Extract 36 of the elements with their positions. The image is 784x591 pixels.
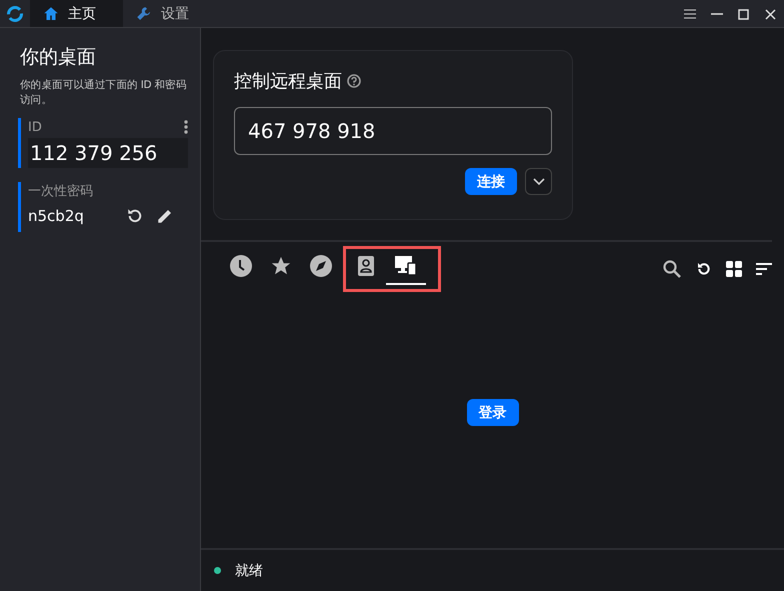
remote-id-field[interactable]: 467 978 918: [234, 107, 552, 155]
peer-tab[interactable]: [386, 253, 426, 285]
dropdown-button[interactable]: [525, 168, 552, 195]
connect-button[interactable]: 连接: [465, 168, 517, 195]
clock-icon: [230, 255, 252, 277]
login-button[interactable]: 登录: [466, 399, 518, 426]
sidebar-title: 你的桌面: [20, 45, 97, 70]
help-icon[interactable]: [347, 74, 361, 88]
id-value: 112 379 256: [28, 138, 188, 168]
home-icon: [42, 4, 60, 22]
title-tab[interactable]: 设置: [123, 0, 216, 27]
title-tab[interactable]: 主页: [30, 0, 123, 27]
star-icon: [270, 255, 292, 277]
close-icon: [765, 8, 776, 20]
grid-view-button[interactable]: [726, 261, 742, 277]
maximize-icon: [738, 8, 749, 20]
id-label: ID: [28, 120, 42, 134]
sort-button[interactable]: [756, 263, 772, 275]
chevron-down-icon: [532, 178, 544, 186]
more-icon[interactable]: [184, 120, 188, 134]
password-value: n5cb2q: [28, 207, 85, 225]
refresh-icon[interactable]: [126, 207, 144, 225]
address-book-icon: [357, 255, 375, 277]
compass-icon: [310, 255, 332, 277]
menu-icon: [684, 9, 696, 19]
devices-icon: [395, 256, 417, 276]
minimize-icon: [710, 13, 722, 15]
sidebar-description: 你的桌面可以通过下面的 ID 和密码访问。: [20, 78, 188, 108]
password-label: 一次性密码: [28, 183, 93, 200]
card-title: 控制远程桌面: [234, 70, 342, 93]
refresh-button[interactable]: [696, 261, 712, 277]
app-logo: [6, 5, 24, 23]
search-button[interactable]: [662, 259, 682, 279]
pencil-icon[interactable]: [156, 207, 174, 225]
status-text: 就绪: [235, 562, 263, 580]
wrench-icon: [135, 4, 153, 22]
